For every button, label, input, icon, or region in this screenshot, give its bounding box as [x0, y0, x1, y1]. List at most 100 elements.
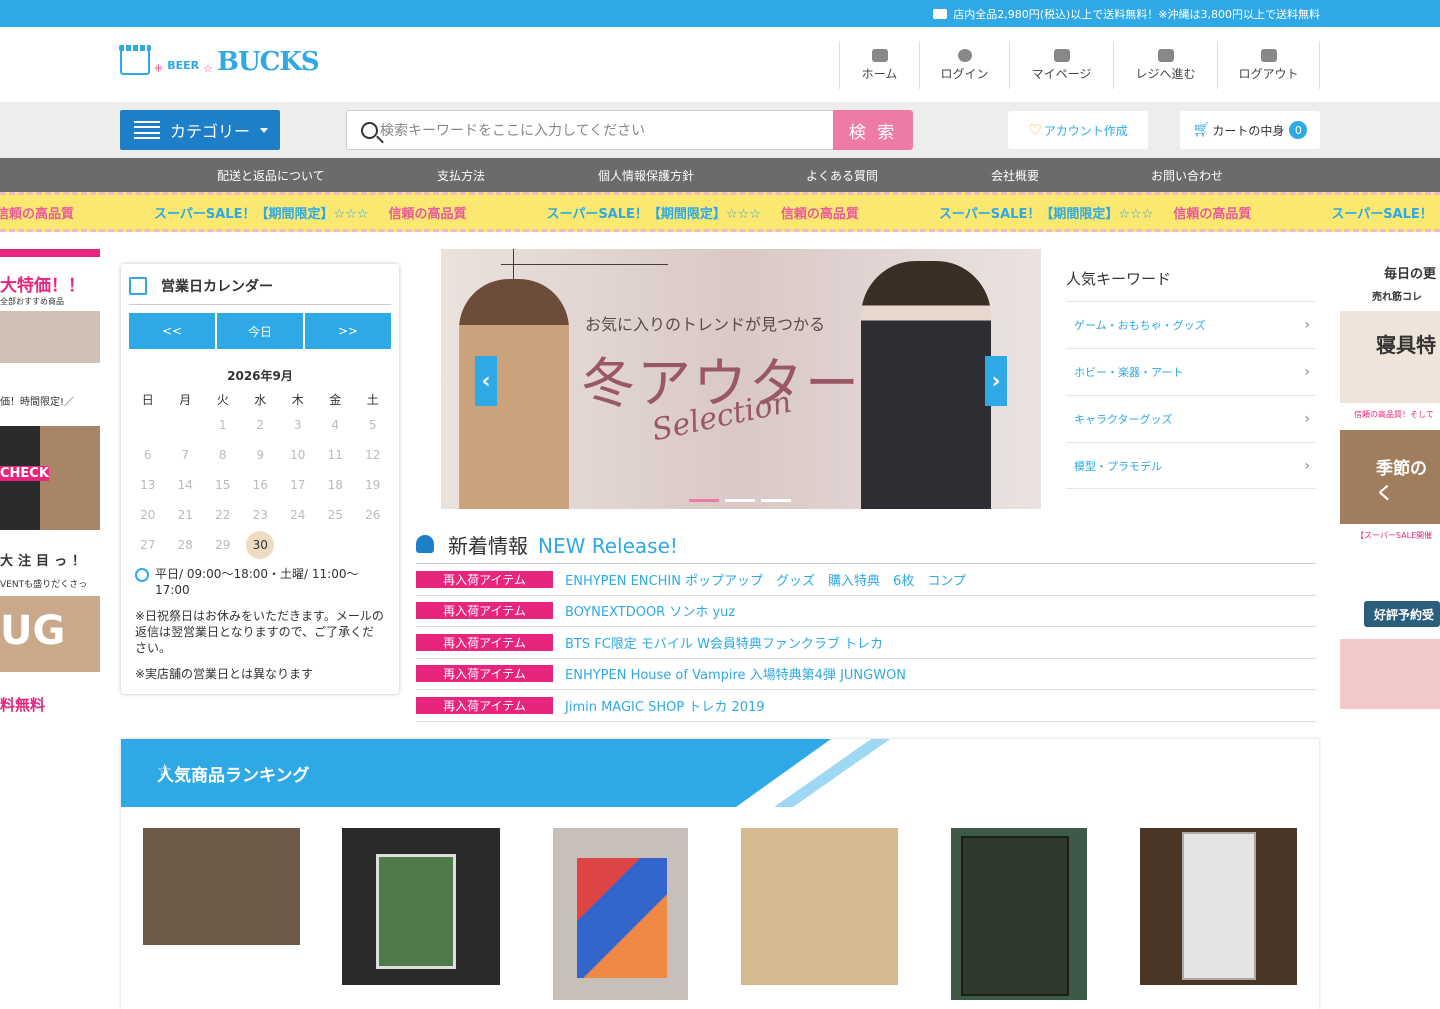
header-nav: ホーム ログイン マイページ レジへ進む ログアウト — [839, 41, 1320, 89]
business-hours: 平日/ 09:00～18:00・土曜/ 11:00～17:00 — [155, 567, 359, 597]
nav-checkout[interactable]: レジへ進む — [1113, 41, 1217, 89]
calendar-day: 9 — [256, 448, 265, 462]
calendar-day: 20 — [140, 508, 156, 522]
promo-image — [0, 311, 100, 363]
calendar-day: 12 — [365, 448, 381, 462]
product-image[interactable] — [951, 828, 1087, 1000]
popular-keywords: 人気キーワード ゲーム・おもちゃ・グッズ › ホビー・楽器・アート › キャラクター… — [1066, 268, 1316, 489]
nav-mypage[interactable]: マイページ — [1009, 41, 1113, 89]
calendar-day: 10 — [290, 448, 306, 462]
calendar-day: 30 — [242, 530, 280, 560]
calendar-day: 15 — [215, 478, 231, 492]
chevron-right-icon: › — [1304, 457, 1310, 474]
truck-icon — [933, 8, 948, 19]
global-nav: 配送と返品について 支払方法 個人情報保護方針 よくある質問 会社概要 お問い合… — [0, 158, 1440, 192]
restock-tag: 再入荷アイテム — [416, 696, 553, 714]
user-icon — [957, 48, 972, 62]
cart-count-badge: 0 — [1289, 121, 1308, 139]
product-image[interactable] — [342, 828, 500, 985]
promo-image: CHECK — [0, 426, 100, 530]
news-subtitle: NEW Release! — [538, 534, 678, 558]
id-card-icon — [1053, 48, 1070, 62]
site-logo[interactable]: ⁜ BEER ☆ BUCKS — [119, 45, 320, 77]
news-item[interactable]: 再入荷アイテム ENHYPEN ENCHIN ポップアップ グッズ 購入特典 6枚… — [416, 564, 1316, 596]
shipping-notice: 店内全品2,980円(税込)以上で送料無料！※沖縄は3,800円以上で送料無料 — [953, 7, 1320, 21]
calendar-title: 営業日カレンダー — [161, 279, 273, 295]
search-input[interactable]: 検索キーワードをここに入力してください — [346, 110, 834, 150]
calendar-day: 6 — [143, 448, 152, 462]
calendar-day: 25 — [327, 508, 343, 522]
calendar-day: 1 — [218, 418, 227, 432]
news-item[interactable]: 再入荷アイテム Jimin MAGIC SHOP トレカ 2019 — [416, 690, 1316, 722]
nav-faq[interactable]: よくある質問 — [806, 167, 878, 184]
calendar-day: 24 — [290, 508, 306, 522]
ranking-title: 人気商品ランキング — [157, 766, 310, 786]
sale-banner[interactable]: 信頼の高品質 スーパーSALE！【期間限定】☆☆☆ 信頼の高品質 スーパーSALE！… — [0, 192, 1440, 232]
calendar-day: 8 — [218, 448, 227, 462]
keyword-link[interactable]: ゲーム・おもちゃ・グッズ › — [1066, 301, 1316, 348]
heart-icon: ♡ — [1028, 121, 1042, 139]
chevron-right-icon: › — [1304, 411, 1310, 427]
calendar-day: 26 — [365, 508, 381, 522]
news-item[interactable]: 再入荷アイテム BTS FC限定 モバイル W会員特典ファンクラブ トレカ — [416, 627, 1316, 659]
model-image — [861, 261, 991, 509]
nav-logout[interactable]: ログアウト — [1217, 41, 1320, 89]
search-row: カテゴリー 検索キーワードをここに入力してください 検 索 ♡ アカウント作成 … — [0, 102, 1440, 158]
calendar-day: 22 — [215, 508, 231, 522]
calendar-day: 16 — [252, 478, 268, 492]
logo-big: BUCKS — [216, 47, 320, 77]
slide-subtitle: お気に入りのトレンドが見つかる — [585, 315, 826, 334]
nav-shipping[interactable]: 配送と返品について — [217, 167, 325, 184]
news-title: 新着情報 — [448, 534, 528, 558]
restock-tag: 再入荷アイテム — [416, 633, 553, 651]
nav-privacy[interactable]: 個人情報保護方針 — [598, 167, 694, 184]
search-button[interactable]: 検 索 — [833, 110, 913, 150]
restock-tag: 再入荷アイテム — [416, 570, 553, 588]
keywords-title: 人気キーワード — [1066, 270, 1172, 288]
bell-icon — [416, 535, 434, 553]
calendar-day: 18 — [327, 478, 343, 492]
create-account-button[interactable]: ♡ アカウント作成 — [1008, 111, 1148, 149]
calendar-day: 19 — [365, 478, 381, 492]
caret-down-icon — [260, 127, 269, 133]
calendar-prev-button[interactable]: << — [129, 313, 215, 349]
news-item[interactable]: 再入荷アイテム ENHYPEN House of Vampire 入場特典第4弾 … — [416, 659, 1316, 690]
cart-icon: 🛒︎ — [1192, 122, 1211, 138]
nav-contact[interactable]: お問い合わせ — [1151, 167, 1223, 184]
calendar-day: 13 — [140, 478, 156, 492]
calendar-today-button[interactable]: 今日 — [217, 313, 303, 349]
hero-slider[interactable]: お気に入りのトレンドが見つかる 冬アウター Selection ‹ › — [441, 249, 1041, 509]
logo-small: BEER — [167, 59, 200, 72]
keyword-link[interactable]: キャラクターグッズ › — [1066, 395, 1316, 442]
product-image[interactable] — [143, 828, 300, 945]
calendar-day: 14 — [177, 478, 193, 492]
category-button[interactable]: カテゴリー — [120, 110, 280, 150]
calendar-day: 3 — [293, 418, 302, 432]
calendar-icon — [129, 277, 147, 295]
nav-payment[interactable]: 支払方法 — [437, 167, 485, 184]
slider-prev-button[interactable]: ‹ — [475, 356, 497, 406]
restock-tag: 再入荷アイテム — [416, 665, 553, 683]
slider-dots[interactable] — [689, 499, 791, 502]
calendar-day: 5 — [368, 418, 377, 432]
keyword-link[interactable]: 模型・プラモデル › — [1066, 442, 1316, 489]
calendar-next-button[interactable]: >> — [305, 313, 391, 349]
slider-next-button[interactable]: › — [985, 356, 1007, 406]
nav-company[interactable]: 会社概要 — [991, 167, 1039, 184]
left-promo-strip[interactable]: 大特価！！ 全部おすすめ商品 価！時間限定!／ CHECK 大注目っ！ VENT… — [0, 249, 100, 739]
chevron-right-icon: › — [1304, 364, 1310, 380]
product-image[interactable] — [1140, 828, 1297, 985]
calendar-month: 2026年9月 — [227, 369, 293, 383]
calendar-day: 27 — [140, 538, 156, 552]
nav-login[interactable]: ログイン — [919, 41, 1009, 89]
restock-tag: 再入荷アイテム — [416, 602, 553, 620]
news-item[interactable]: 再入荷アイテム BOYNEXTDOOR ソンホ yuz — [416, 596, 1316, 627]
product-image[interactable] — [741, 828, 898, 985]
product-image[interactable] — [553, 828, 688, 1000]
logout-icon — [1260, 48, 1277, 62]
home-icon — [871, 48, 888, 62]
right-promo-strip[interactable]: 毎日の更 売れ筋コレ 寝具特 信頼の高品質！そして 季節のく 【スーパーSALE… — [1340, 249, 1440, 739]
nav-home[interactable]: ホーム — [839, 41, 919, 89]
keyword-link[interactable]: ホビー・楽器・アート › — [1066, 348, 1316, 395]
cart-button[interactable]: 🛒︎ カートの中身 0 — [1180, 111, 1320, 149]
